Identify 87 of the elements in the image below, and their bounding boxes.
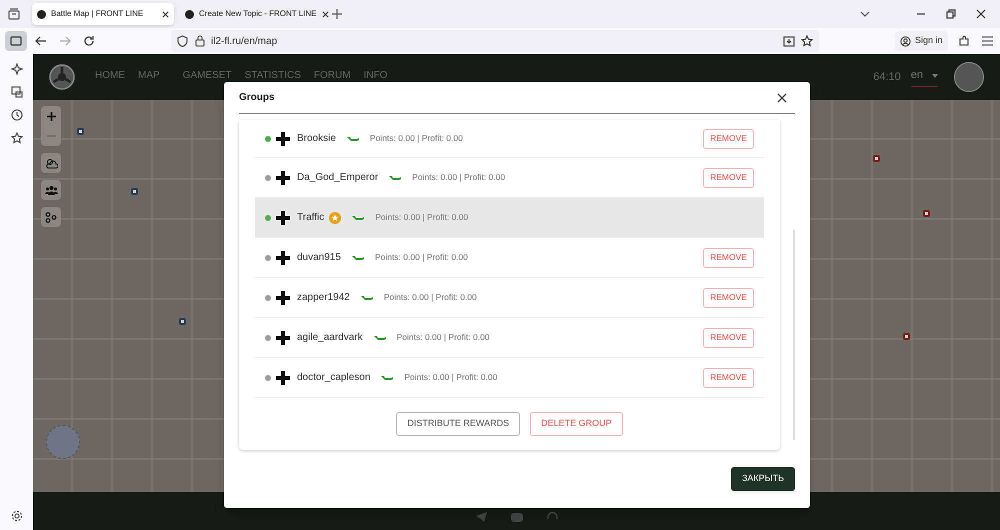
remove-button[interactable]: REMOVE [703, 328, 754, 348]
member-name: zapper1942 [297, 291, 350, 305]
url-text: il2-fl.ru/en/map [211, 34, 278, 48]
nav-link[interactable]: FORUM [314, 68, 351, 82]
nav-link[interactable]: HOME [95, 68, 125, 82]
browser-tab[interactable]: Battle Map | FRONT LINE [32, 3, 174, 25]
people-icon [44, 184, 58, 196]
tab-list-icon[interactable] [8, 8, 20, 20]
synced-tabs-icon[interactable] [10, 86, 22, 98]
sign-in-button[interactable]: Sign in [895, 31, 948, 51]
cross-icon [276, 370, 290, 384]
member-stats: Points: 0.00 | Profit: 0.00 [375, 211, 468, 224]
close-icon[interactable] [162, 10, 169, 18]
site-icon [37, 10, 46, 18]
site-icon [185, 10, 194, 18]
member-name: Da_God_Emperor [297, 171, 378, 185]
delete-group-button[interactable]: DELETE GROUP [530, 412, 623, 436]
nav-link[interactable]: MAP [138, 68, 160, 82]
cross-icon [276, 210, 290, 224]
nav-link[interactable]: STATISTICS [244, 68, 301, 82]
close-icon[interactable] [777, 92, 787, 102]
circles-icon [45, 212, 57, 222]
sidebar-toggle-button[interactable] [5, 31, 27, 51]
cross-icon [276, 330, 290, 344]
remove-button[interactable]: REMOVE [703, 168, 754, 188]
close-icon[interactable] [976, 9, 986, 19]
menu-icon[interactable] [982, 36, 993, 46]
member-name: agile_aardvark [297, 331, 363, 345]
minus-icon [46, 135, 56, 137]
dialog-title: Groups [239, 91, 275, 105]
cross-icon [276, 250, 290, 264]
nav-link[interactable]: INFO [364, 68, 388, 82]
reader-view-icon[interactable] [783, 36, 795, 46]
extensions-icon[interactable] [958, 35, 970, 47]
groups-button[interactable] [41, 207, 61, 227]
cross-icon [276, 290, 290, 304]
member-stats: Points: 0.00 | Profit: 0.00 [404, 371, 498, 384]
marker-icon [903, 333, 910, 340]
settings-icon[interactable] [10, 510, 22, 522]
weather-icon [44, 158, 58, 168]
remove-button[interactable]: REMOVE [703, 368, 754, 388]
avatar[interactable] [954, 62, 984, 92]
history-icon[interactable] [10, 109, 22, 121]
weather-button[interactable] [41, 153, 61, 173]
sparkle-icon[interactable] [10, 63, 22, 75]
plus-icon [46, 112, 56, 120]
maximize-icon[interactable] [946, 9, 956, 19]
member-stats: Points: 0.00 | Profit: 0.00 [374, 251, 468, 264]
member-name: Traffic [297, 211, 324, 225]
browser-tab[interactable]: Create New Topic - FRONT LINE [180, 3, 322, 25]
remove-button[interactable]: REMOVE [703, 248, 754, 268]
time-text: 64:10 [873, 70, 901, 85]
remove-button[interactable]: REMOVE [703, 128, 754, 148]
marker-icon [77, 128, 84, 135]
marker-icon [923, 210, 930, 217]
sidebar-icon [10, 36, 22, 46]
account-icon [900, 36, 911, 46]
member-stats: Points: 0.00 | Profit: 0.00 [384, 291, 477, 304]
address-bar[interactable]: il2-fl.ru/en/map [171, 30, 819, 52]
bookmark-star-icon[interactable] [10, 132, 22, 144]
back-icon[interactable] [35, 35, 47, 47]
star-icon[interactable] [801, 35, 813, 47]
new-tab-icon[interactable] [332, 9, 342, 19]
language-select[interactable]: en [910, 67, 938, 87]
marker-icon [179, 318, 186, 325]
member-name: doctor_capleson [297, 371, 370, 385]
logo-icon[interactable] [49, 64, 75, 90]
lock-icon[interactable] [195, 35, 205, 47]
reload-icon[interactable] [83, 35, 95, 47]
member-name: Brooksie [297, 132, 336, 146]
member-stats: Points: 0.00 | Profit: 0.00 [412, 171, 506, 184]
cross-icon [276, 170, 290, 184]
cross-icon [276, 132, 290, 146]
distribute-rewards-button[interactable]: DISTRIBUTE REWARDS [396, 412, 520, 436]
players-button[interactable] [41, 180, 61, 200]
caret-icon [932, 74, 938, 78]
close-icon[interactable] [322, 10, 329, 18]
marker-icon [131, 188, 138, 195]
shield-icon[interactable] [177, 35, 188, 47]
member-name: duvan915 [297, 251, 341, 265]
member-stats: Points: 0.00 | Profit: 0.00 [396, 331, 490, 344]
member-stats: Points: 0.00 | Profit: 0.00 [370, 132, 463, 145]
chevron-down-icon[interactable] [860, 9, 870, 19]
marker-icon [873, 155, 880, 162]
remove-button[interactable]: REMOVE [703, 288, 754, 308]
nav-link[interactable]: GAMESET [182, 68, 232, 82]
close-button[interactable]: ЗАКРЫТЬ [730, 467, 795, 491]
